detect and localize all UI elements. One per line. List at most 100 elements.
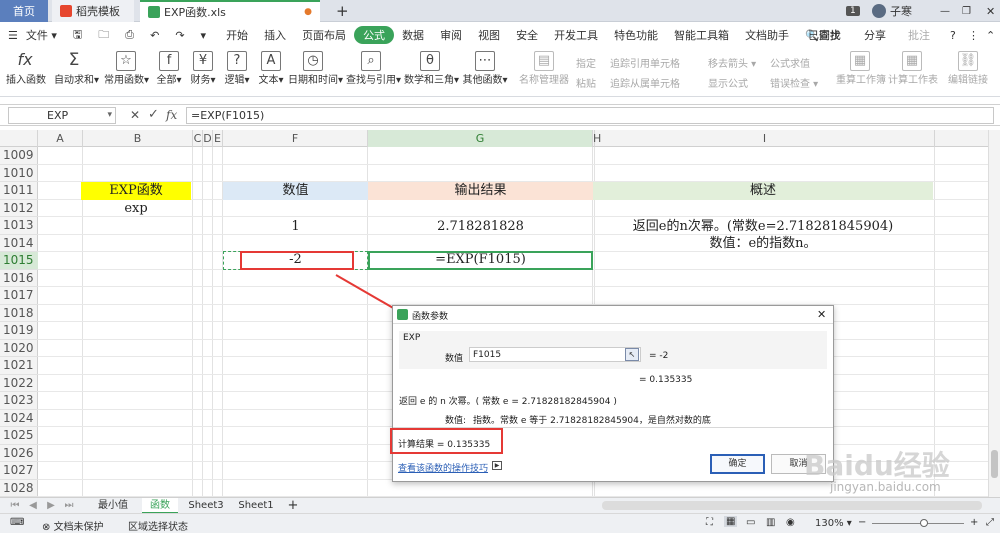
row-header-1012[interactable]: 1012 — [0, 200, 38, 217]
help-link[interactable]: 查看该函数的操作技巧 — [398, 461, 488, 474]
add-sheet-button[interactable]: + — [286, 498, 300, 514]
eye-protect-icon[interactable]: ◉ — [786, 517, 795, 528]
column-header-a[interactable]: A — [38, 130, 83, 147]
row-header-1018[interactable]: 1018 — [0, 305, 38, 322]
sheet-tab-0[interactable]: 最小值 — [90, 498, 136, 514]
menu-11[interactable]: 文档助手 — [737, 27, 797, 43]
collapse-ribbon-icon[interactable]: ⌃ — [978, 29, 1000, 42]
trace-dependents-button[interactable]: 追踪从属单元格 — [610, 75, 680, 90]
zoom-slider[interactable] — [872, 523, 964, 524]
math-trig-button[interactable]: θ 数学和三角▾ — [404, 51, 459, 87]
menu-4[interactable]: 数据 — [394, 27, 432, 43]
zoom-slider-thumb[interactable] — [920, 519, 928, 527]
sheet-tab-1[interactable]: 函数 — [142, 498, 178, 514]
row-header-1014[interactable]: 1014 — [0, 235, 38, 252]
datetime-button[interactable]: ◷ 日期和时间▾ — [288, 51, 343, 87]
maximize-button[interactable]: ❐ — [954, 0, 979, 22]
range-select-icon[interactable]: ↖ — [625, 348, 639, 361]
row-header-1025[interactable]: 1025 — [0, 427, 38, 445]
arg-input[interactable]: F1015 — [469, 347, 641, 362]
column-header-b[interactable]: B — [83, 130, 193, 147]
row-header-1010[interactable]: 1010 — [0, 165, 38, 182]
row-header-1019[interactable]: 1019 — [0, 322, 38, 340]
sheet-tab-3[interactable]: Sheet1 — [234, 498, 278, 514]
prev-sheet-icon[interactable]: ◀ — [26, 498, 40, 514]
row-header-1023[interactable]: 1023 — [0, 392, 38, 410]
formula-eval-button[interactable]: 公式求值 — [770, 55, 810, 70]
macro-icon[interactable]: ⌨ — [10, 517, 24, 528]
row-header-1020[interactable]: 1020 — [0, 340, 38, 357]
row-header-1021[interactable]: 1021 — [0, 357, 38, 375]
save-icon[interactable]: 🖫 — [65, 26, 90, 45]
insert-function-button[interactable]: fx 插入函数 — [6, 51, 46, 87]
trace-precedents-button[interactable]: 追踪引用单元格 — [610, 55, 680, 70]
menu-6[interactable]: 视图 — [470, 27, 508, 43]
calc-sheet-button[interactable]: ▦ 计算工作表 — [888, 51, 938, 87]
print-icon[interactable]: ⎙ — [117, 28, 142, 42]
tab-docer-template[interactable]: 稻壳模板 — [52, 0, 134, 22]
column-header-f[interactable]: F — [223, 130, 368, 147]
zoom-out-icon[interactable]: − — [858, 517, 866, 528]
chevron-down-icon[interactable]: ▾ — [107, 108, 112, 123]
paste-button[interactable]: 粘贴 — [576, 75, 596, 90]
column-header-d[interactable]: D — [203, 130, 213, 147]
hamburger-icon[interactable]: ☰ — [0, 29, 26, 42]
finance-button[interactable]: ¥ 财务▾ — [188, 51, 218, 87]
show-formulas-button[interactable]: 显示公式 — [708, 75, 748, 90]
logic-button[interactable]: ? 逻辑▾ — [222, 51, 252, 87]
menu-7[interactable]: 安全 — [508, 27, 546, 43]
select-all-corner[interactable] — [0, 130, 38, 147]
view-normal-icon[interactable]: ⛶ — [706, 517, 713, 528]
column-header-i[interactable]: I — [595, 130, 935, 147]
view-split-icon[interactable]: ▥ — [766, 517, 775, 528]
confirm-icon[interactable]: ✓ — [148, 107, 159, 122]
more-icon[interactable]: ▾ — [193, 29, 215, 42]
error-check-button[interactable]: 错误检查 ▾ — [770, 75, 818, 90]
row-header-1009[interactable]: 1009 — [0, 147, 38, 165]
ok-button[interactable]: 确定 — [710, 454, 765, 474]
annotate-button[interactable]: 批注 — [900, 27, 938, 43]
sheet-tab-2[interactable]: Sheet3 — [184, 498, 228, 514]
lookup-button[interactable]: ⌕ 查找与引用▾ — [346, 51, 401, 87]
all-functions-button[interactable]: f 全部▾ — [154, 51, 184, 87]
next-sheet-icon[interactable]: ▶ — [44, 498, 58, 514]
row-header-1013[interactable]: 1013 — [0, 217, 38, 235]
column-header-g[interactable]: G — [368, 130, 593, 147]
menu-2[interactable]: 页面布局 — [294, 27, 354, 43]
row-header-1024[interactable]: 1024 — [0, 410, 38, 427]
common-functions-button[interactable]: ☆ 常用函数▾ — [104, 51, 149, 87]
formula-input[interactable]: =EXP(F1015) — [186, 107, 994, 124]
menu-10[interactable]: 智能工具箱 — [666, 27, 737, 43]
name-manager-button[interactable]: ▤ 名称管理器 — [518, 51, 570, 87]
menu-8[interactable]: 开发工具 — [546, 27, 606, 43]
menu-1[interactable]: 插入 — [256, 27, 294, 43]
row-header-1027[interactable]: 1027 — [0, 462, 38, 480]
tab-file[interactable]: EXP函数.xls ● — [140, 0, 320, 22]
unsaved-dot-icon[interactable]: ● — [304, 7, 312, 17]
dialog-titlebar[interactable]: 函数参数 ✕ — [393, 306, 833, 324]
row-header-1015[interactable]: 1015 — [0, 252, 38, 270]
other-functions-button[interactable]: ⋯ 其他函数▾ — [462, 51, 508, 87]
text-button[interactable]: A 文本▾ — [256, 51, 286, 87]
zoom-in-icon[interactable]: + — [970, 517, 978, 528]
column-header-c[interactable]: C — [193, 130, 203, 147]
row-header-1022[interactable]: 1022 — [0, 375, 38, 392]
open-icon[interactable]: 🗀 — [90, 26, 117, 45]
redo-icon[interactable]: ↷ — [167, 29, 192, 42]
horizontal-scrollbar[interactable] — [602, 501, 982, 510]
first-sheet-icon[interactable]: ⏮ — [8, 498, 22, 514]
remove-arrows-button[interactable]: 移去箭头 ▾ — [708, 55, 756, 70]
view-page-icon[interactable]: ▭ — [746, 517, 755, 528]
close-window-button[interactable]: ✕ — [978, 0, 1000, 22]
edit-links-button[interactable]: ⛓ 编辑链接 — [946, 51, 990, 87]
undo-icon[interactable]: ↶ — [142, 29, 167, 42]
menu-5[interactable]: 审阅 — [432, 27, 470, 43]
row-header-1017[interactable]: 1017 — [0, 287, 38, 305]
share-button[interactable]: 分享 — [856, 27, 894, 43]
doc-protect-status[interactable]: ⊗ 文档未保护 — [42, 518, 104, 533]
sync-button[interactable]: 已同步 — [800, 27, 849, 43]
zoom-level[interactable]: 130% ▾ — [815, 518, 852, 529]
menu-0[interactable]: 开始 — [218, 27, 256, 43]
row-header-1028[interactable]: 1028 — [0, 480, 38, 497]
menu-3[interactable]: 公式 — [354, 26, 395, 44]
